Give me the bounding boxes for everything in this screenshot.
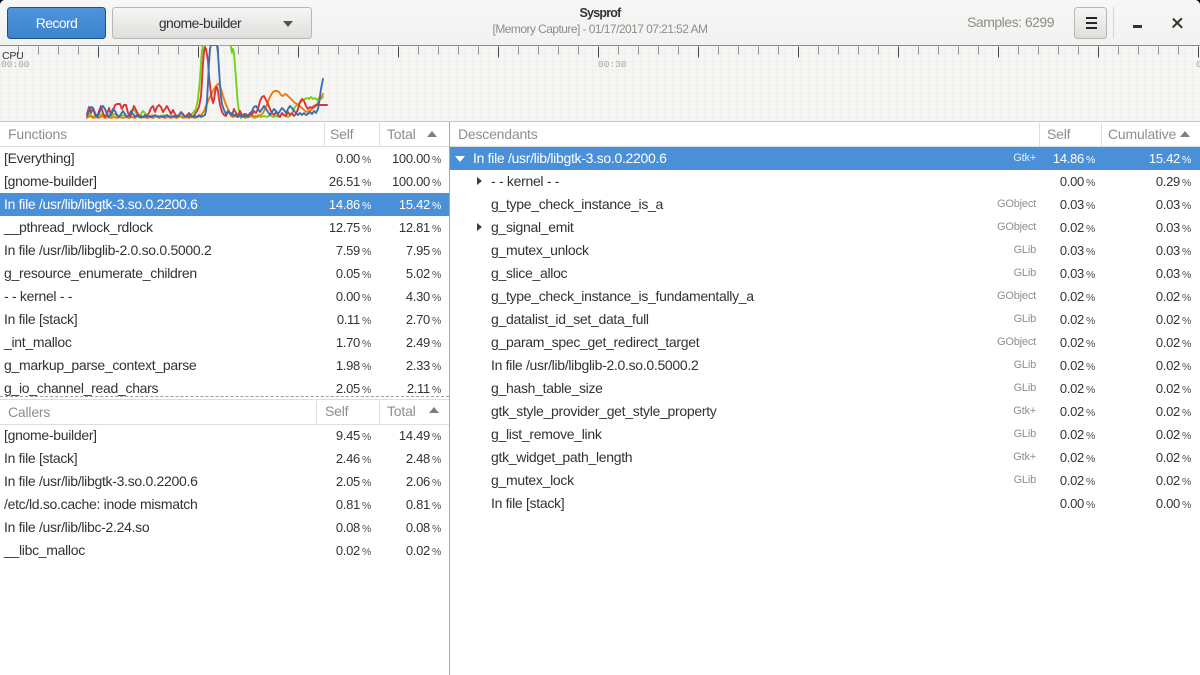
svg-text:01:00: 01:00 xyxy=(1196,59,1200,70)
svg-text:00:00: 00:00 xyxy=(1,59,30,70)
svg-text:00:30: 00:30 xyxy=(598,59,627,70)
